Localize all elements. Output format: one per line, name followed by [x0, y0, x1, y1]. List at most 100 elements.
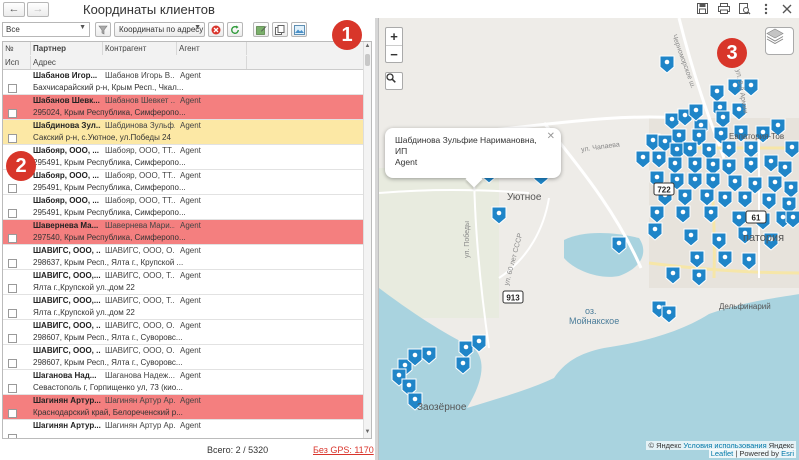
- table-row[interactable]: Шавернева Ма... Шавернева Мари... Agent 297…: [3, 220, 371, 245]
- use-checkbox[interactable]: [8, 309, 17, 318]
- table-row[interactable]: ШАВИГС, ООО, ... ШАВИГС, ООО, О... Agent 29…: [3, 345, 371, 370]
- table-row[interactable]: Шаганова Над... Шаганова Надеж... Agent Сев…: [3, 370, 371, 395]
- row-line-top: Шаганова Над... Шаганова Надеж... Agent: [3, 370, 371, 382]
- use-checkbox[interactable]: [8, 409, 17, 418]
- table-row[interactable]: Шагинян Артур... Шагинян Артур Ар... Agent…: [3, 395, 371, 420]
- marker-dot: [780, 214, 786, 220]
- marker-dot: [652, 226, 658, 232]
- map-search-button[interactable]: [385, 72, 403, 90]
- use-checkbox[interactable]: [8, 84, 17, 93]
- marker-dot: [788, 184, 794, 190]
- cell-agent: Agent: [180, 221, 201, 230]
- table-row[interactable]: Шабанов Игор... Шабанов Игорь В... Agent Ба…: [3, 70, 371, 95]
- print-icon[interactable]: [717, 2, 730, 15]
- marker-dot: [654, 209, 660, 215]
- leaflet-attribution: Leaflet | Powered by Esri: [708, 449, 796, 458]
- use-checkbox[interactable]: [8, 259, 17, 268]
- use-checkbox[interactable]: [8, 209, 17, 218]
- cell-contractor: Шабанов Игорь В...: [105, 71, 175, 80]
- esri-link[interactable]: Esri: [781, 449, 794, 458]
- cell-partner: ШАВИГС, ООО,...: [33, 271, 101, 280]
- filter-select[interactable]: Все ▼: [2, 22, 90, 37]
- preview-icon[interactable]: [738, 2, 751, 15]
- map-view[interactable]: 722 61 913 + − ✕ Шабдинова Зульфие Нариман…: [378, 18, 799, 460]
- save-icon[interactable]: [696, 2, 709, 15]
- use-checkbox[interactable]: [8, 234, 17, 243]
- marker-dot: [463, 344, 469, 350]
- cell-agent: Agent: [180, 96, 201, 105]
- header-address[interactable]: Адрес: [31, 56, 247, 69]
- zoom-out-button[interactable]: −: [386, 45, 402, 62]
- marker-dot: [693, 107, 699, 113]
- use-checkbox[interactable]: [8, 334, 17, 343]
- header-partner[interactable]: Партнер: [31, 42, 103, 55]
- table-row[interactable]: ШАВИГС, ООО, ... ШАВИГС, ООО, О... Agent 29…: [3, 320, 371, 345]
- header-agent[interactable]: Агент: [177, 42, 247, 55]
- use-checkbox[interactable]: [8, 109, 17, 118]
- table-row[interactable]: Шабанов Шевк... Шабанов Шевкет ... Agent 29…: [3, 95, 371, 120]
- copy-button[interactable]: [272, 22, 288, 37]
- header-num[interactable]: №: [3, 42, 31, 55]
- marker-dot: [669, 116, 675, 122]
- filter-button[interactable]: [95, 22, 111, 37]
- table-row[interactable]: ШАВИГС, ООО,... ШАВИГС, ООО, Т... Agent Ялт…: [3, 295, 371, 320]
- cell-address: Севастополь г, Горпищенко ул, 73 (кио...: [33, 383, 183, 392]
- header-use[interactable]: Исп: [3, 56, 31, 69]
- table-row[interactable]: Шагинян Артур... Шагинян Артур Ар... Agent: [3, 420, 371, 438]
- marker-dot: [726, 162, 732, 168]
- mode-select[interactable]: Координаты по адресу ▼: [114, 22, 205, 37]
- more-menu-icon[interactable]: [759, 2, 772, 15]
- table-row[interactable]: ШАВИГС, ООО, ... ШАВИГС, ООО, О... Agent 29…: [3, 245, 371, 270]
- use-checkbox[interactable]: [8, 434, 17, 438]
- cluster-marker[interactable]: 722: [653, 182, 675, 196]
- table-scrollbar[interactable]: ▲ ▼: [363, 42, 371, 438]
- cell-contractor: Шабояр, ООО, ТТ...: [105, 196, 175, 205]
- clear-button[interactable]: [208, 22, 224, 37]
- edit-icon: [255, 25, 266, 35]
- refresh-button[interactable]: [227, 22, 243, 37]
- scroll-down-icon[interactable]: ▼: [364, 429, 371, 437]
- use-checkbox[interactable]: [8, 184, 17, 193]
- marker-dot: [674, 146, 680, 152]
- table-row[interactable]: Шабдинова Зул... Шабдинова Зульф... Agent С…: [3, 120, 371, 145]
- table-row[interactable]: Шабояр, ООО, ... Шабояр, ООО, ТТ... Agent 2…: [3, 170, 371, 195]
- marker-dot: [654, 174, 660, 180]
- use-checkbox[interactable]: [8, 284, 17, 293]
- back-button[interactable]: ←: [3, 1, 25, 17]
- search-icon: [386, 73, 396, 83]
- close-window-icon[interactable]: [780, 2, 793, 15]
- table-row[interactable]: Шабояр, ООО, ... Шабояр, ООО, ТТ... Agent 2…: [3, 195, 371, 220]
- cell-contractor: Шагинян Артур Ар...: [105, 396, 175, 405]
- marker-dot: [748, 144, 754, 150]
- close-popup-icon[interactable]: ✕: [547, 131, 555, 142]
- row-line-top: Шабояр, ООО, ... Шабояр, ООО, ТТ... Agent: [3, 170, 371, 182]
- scroll-up-icon[interactable]: ▲: [364, 43, 371, 51]
- use-checkbox[interactable]: [8, 134, 17, 143]
- cell-partner: Шавернева Ма...: [33, 221, 99, 230]
- annotation-badge-2: 2: [6, 151, 36, 181]
- use-checkbox[interactable]: [8, 384, 17, 393]
- splitter[interactable]: [375, 18, 378, 460]
- cell-address: 297540, Крым Республика, Симферопо...: [33, 233, 186, 242]
- leaflet-link[interactable]: Leaflet: [711, 449, 734, 458]
- header-contractor[interactable]: Контрагент: [103, 42, 177, 55]
- use-checkbox[interactable]: [8, 359, 17, 368]
- forward-button[interactable]: →: [27, 1, 49, 17]
- row-line-top: Шабояр, ООО, ... Шабояр, ООО, ТТ... Agent: [3, 145, 371, 157]
- marker-dot: [650, 137, 656, 143]
- layers-button[interactable]: [765, 27, 794, 55]
- street-pobedy: ул. Победы: [464, 220, 472, 259]
- zoom-in-button[interactable]: +: [386, 28, 402, 45]
- cell-agent: Agent: [180, 271, 201, 280]
- cluster-marker[interactable]: 913: [502, 290, 524, 304]
- row-line-bottom: 295491, Крым Республика, Симферопо...: [3, 207, 371, 219]
- zoom-control: + −: [385, 27, 403, 63]
- table-row[interactable]: ШАВИГС, ООО,... ШАВИГС, ООО, Т... Agent Ялт…: [3, 270, 371, 295]
- no-gps-link[interactable]: Без GPS: 1170: [313, 445, 374, 455]
- row-line-top: ШАВИГС, ООО, ... ШАВИГС, ООО, О... Agent: [3, 245, 371, 257]
- edit-button[interactable]: [253, 22, 269, 37]
- table-row[interactable]: Шабояр, ООО, ... Шабояр, ООО, ТТ... Agent 2…: [3, 145, 371, 170]
- scroll-thumb[interactable]: [365, 54, 370, 66]
- map-export-button[interactable]: [291, 22, 307, 37]
- cluster-marker[interactable]: 61: [745, 210, 767, 224]
